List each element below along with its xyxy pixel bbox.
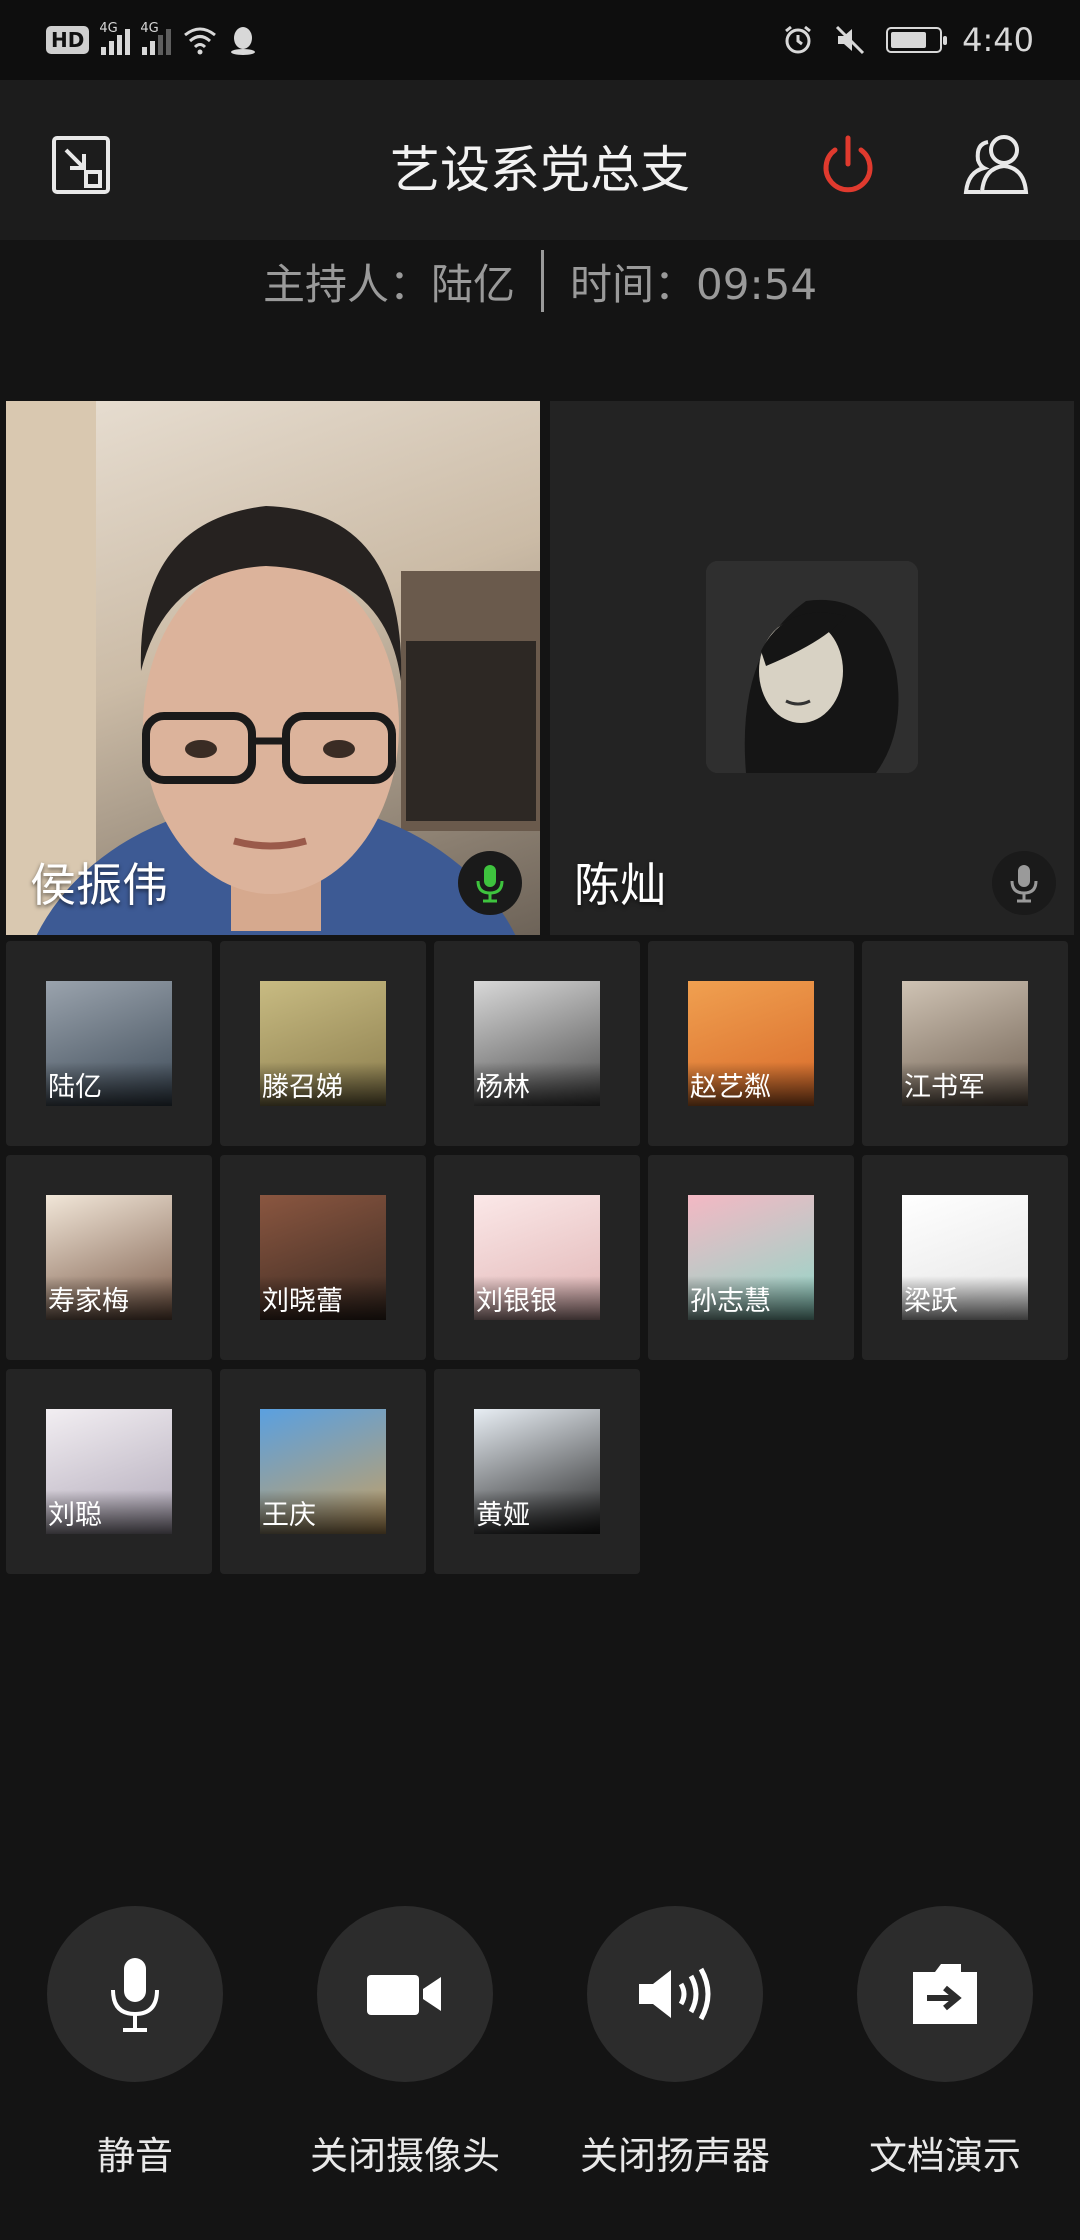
- participant-name: 孙志慧: [690, 1286, 771, 1317]
- status-bar: HD 4G 4G 4:40: [0, 0, 1080, 80]
- participant-name: 刘聪: [48, 1500, 102, 1531]
- participant-name: 陆亿: [48, 1072, 102, 1103]
- participant-avatar: 滕召娣: [260, 981, 386, 1106]
- document-share-label: 文档演示: [868, 2134, 1021, 2178]
- microphone-icon: [111, 1958, 159, 2032]
- participant-avatar: 孙志慧: [688, 1195, 814, 1320]
- participant-avatar: 赵艺粼: [688, 981, 814, 1106]
- participant-tile[interactable]: 陆亿: [6, 941, 212, 1146]
- speaker-icon: [639, 1967, 711, 2021]
- participant-avatar: 陆亿: [46, 981, 172, 1106]
- alarm-icon: [785, 25, 812, 54]
- speaker-off-button[interactable]: [587, 1906, 763, 2082]
- participant-tile[interactable]: 黄娅: [434, 1369, 640, 1574]
- participant-avatar: 王庆: [260, 1409, 386, 1534]
- participant-avatar: 梁跃: [902, 1195, 1028, 1320]
- participants-icon[interactable]: [962, 130, 1038, 200]
- mute-label: 静音: [96, 2134, 173, 2178]
- meeting-header: 艺设系党总支 主持人：陆亿 时间：09:54: [0, 80, 1080, 312]
- participant-tile[interactable]: 杨林: [434, 941, 640, 1146]
- document-share-button[interactable]: [857, 1906, 1033, 2082]
- avatar: [706, 561, 918, 773]
- meeting-time: 09:54: [696, 259, 818, 309]
- camera-off-button[interactable]: [317, 1906, 493, 2082]
- secondary-video-tile[interactable]: 陈灿: [550, 401, 1074, 935]
- participant-avatar: 刘晓蕾: [260, 1195, 386, 1320]
- mic-status-icon: [992, 851, 1056, 915]
- participant-name: 梁跃: [904, 1286, 958, 1317]
- participant-tile[interactable]: 滕召娣: [220, 941, 426, 1146]
- wifi-icon: [184, 27, 217, 55]
- participant-avatar: 刘聪: [46, 1409, 172, 1534]
- participant-avatar: 寿家梅: [46, 1195, 172, 1320]
- participant-name: 刘银银: [476, 1286, 557, 1317]
- document-share-icon: [913, 1964, 977, 2024]
- participant-tile[interactable]: 刘银银: [434, 1155, 640, 1360]
- hd-indicator: HD: [46, 26, 90, 54]
- mic-status-icon: [458, 851, 522, 915]
- participant-name: 寿家梅: [48, 1286, 129, 1317]
- participant-tile[interactable]: 刘聪: [6, 1369, 212, 1574]
- participant-avatar: 刘银银: [474, 1195, 600, 1320]
- participant-name: 侯振伟: [30, 858, 168, 912]
- meeting-meta: 主持人：陆亿 时间：09:54: [0, 250, 1080, 312]
- mute-icon: [836, 25, 865, 55]
- camera-off-label: 关闭摄像头: [309, 2134, 500, 2178]
- participant-name: 杨林: [476, 1072, 530, 1103]
- end-meeting-icon[interactable]: [813, 130, 883, 200]
- camera-icon: [367, 1975, 441, 2015]
- participant-name: 陈灿: [574, 858, 666, 912]
- participant-name: 江书军: [904, 1072, 985, 1103]
- participant-tile[interactable]: 梁跃: [862, 1155, 1068, 1360]
- participant-tile[interactable]: 王庆: [220, 1369, 426, 1574]
- participant-avatar: 江书军: [902, 981, 1028, 1106]
- participant-name: 刘晓蕾: [262, 1286, 343, 1317]
- clock: 4:40: [962, 21, 1034, 59]
- time-info: 时间：09:54: [569, 259, 818, 309]
- participant-name: 黄娅: [476, 1500, 530, 1531]
- participant-tile[interactable]: 江书军: [862, 941, 1068, 1146]
- qq-icon: [231, 27, 256, 55]
- participant-tile[interactable]: 刘晓蕾: [220, 1155, 426, 1360]
- participant-name: 赵艺粼: [690, 1072, 771, 1103]
- participant-avatar: 黄娅: [474, 1409, 600, 1534]
- main-video-tile[interactable]: 侯振伟: [6, 401, 540, 935]
- mute-button[interactable]: [47, 1906, 223, 2082]
- signal-icon: 4G: [99, 21, 131, 55]
- meeting-title: 艺设系党总支: [390, 141, 690, 199]
- participant-name: 王庆: [262, 1500, 316, 1531]
- host-info: 主持人：陆亿: [262, 259, 515, 309]
- divider: [540, 250, 544, 312]
- signal-icon: 4G: [140, 21, 172, 55]
- participant-name: 滕召娣: [262, 1072, 343, 1103]
- participant-tile[interactable]: 赵艺粼: [648, 941, 854, 1146]
- participant-tile[interactable]: 寿家梅: [6, 1155, 212, 1360]
- participant-tile[interactable]: 孙志慧: [648, 1155, 854, 1360]
- participant-avatar: 杨林: [474, 981, 600, 1106]
- speaker-off-label: 关闭扬声器: [579, 2134, 770, 2178]
- battery-icon: [886, 27, 948, 53]
- host-name: 陆亿: [430, 259, 515, 309]
